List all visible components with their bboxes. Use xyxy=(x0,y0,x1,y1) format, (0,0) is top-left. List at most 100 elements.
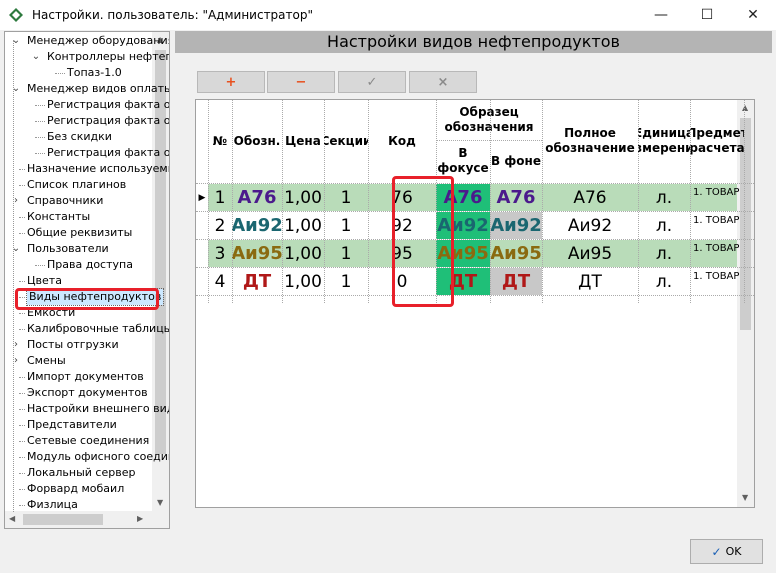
tree-item[interactable]: › Справочники xyxy=(5,193,152,209)
header-code[interactable]: Код xyxy=(368,100,436,182)
scroll-down-icon[interactable]: ▼ xyxy=(157,498,163,507)
cell-full[interactable]: Аи95 xyxy=(542,240,638,267)
cell-num[interactable]: 2 xyxy=(208,212,232,239)
maximize-icon[interactable]: ☐ xyxy=(684,0,730,30)
header-unit[interactable]: Единицаизмерения xyxy=(638,100,690,182)
cell-num[interactable]: 4 xyxy=(208,268,232,295)
grid-scroll-down-icon[interactable]: ▼ xyxy=(742,493,748,502)
apply-button[interactable]: ✓ xyxy=(338,71,406,93)
cell-designation[interactable]: А76 xyxy=(232,184,282,211)
cell-num[interactable]: 1 xyxy=(208,184,232,211)
cell-background[interactable]: Аи95 xyxy=(490,240,542,267)
cell-price[interactable]: 1,00 xyxy=(282,184,324,211)
settings-tree[interactable]: ▲ ▼ ◀ ▶ ⌄ Менеджер оборудования ⌄ Контролле… xyxy=(4,31,170,529)
tree-connector xyxy=(55,73,65,74)
tree-item[interactable]: Представители xyxy=(5,417,152,433)
cell-background[interactable]: ДТ xyxy=(490,268,542,295)
cell-designation[interactable]: Аи95 xyxy=(232,240,282,267)
tree-horizontal-scrollbar[interactable]: ◀ ▶ xyxy=(5,511,169,528)
cell-unit[interactable]: л. xyxy=(638,212,690,239)
cancel-button[interactable]: × xyxy=(409,71,477,93)
tree-item[interactable]: Топаз-1.0 xyxy=(5,65,152,81)
tree-item[interactable]: Регистрация факта о xyxy=(5,113,169,129)
header-num[interactable]: № xyxy=(208,100,232,182)
cell-full[interactable]: А76 xyxy=(542,184,638,211)
tree-item[interactable]: Настройки внешнего вида xyxy=(5,401,169,417)
selected-item-highlight xyxy=(15,288,159,310)
tree-item-label: Смены xyxy=(27,354,66,367)
tree-item-label: Экспорт документов xyxy=(27,386,148,399)
cell-price[interactable]: 1,00 xyxy=(282,212,324,239)
cell-subject[interactable]: 1. ТОВАР xyxy=(690,268,744,295)
tree-item[interactable]: Регистрация факта о xyxy=(5,145,169,161)
tree-item[interactable]: Форвард мобаил xyxy=(5,481,152,497)
collapse-icon[interactable]: ⌄ xyxy=(31,49,41,65)
tree-item[interactable]: Локальный сервер xyxy=(5,465,152,481)
cell-section[interactable]: 1 xyxy=(324,212,368,239)
tree-connector xyxy=(19,169,25,170)
header-sample-group[interactable]: Образец обозначения xyxy=(436,100,542,140)
cell-section[interactable]: 1 xyxy=(324,184,368,211)
tree-item[interactable]: › Смены xyxy=(5,353,152,369)
tree-item[interactable]: Цвета xyxy=(5,273,152,289)
cell-price[interactable]: 1,00 xyxy=(282,268,324,295)
cell-num[interactable]: 3 xyxy=(208,240,232,267)
tree-hscroll-thumb[interactable] xyxy=(23,514,103,525)
ok-label: OK xyxy=(725,545,742,558)
fuel-types-grid[interactable]: ▲ ▼ №Обозн.ЦенаСекцииКодОбразецобозначен… xyxy=(195,99,755,508)
cell-full[interactable]: Аи92 xyxy=(542,212,638,239)
cell-section[interactable]: 1 xyxy=(324,268,368,295)
cell-unit[interactable]: л. xyxy=(638,184,690,211)
tree-item[interactable]: Общие реквизиты xyxy=(5,225,152,241)
tree-connector xyxy=(19,313,25,314)
tree-item[interactable]: ⌄ Контроллеры нефтепр xyxy=(5,49,169,65)
tree-item[interactable]: Константы xyxy=(5,209,152,225)
tree-item[interactable]: Назначение используемы xyxy=(5,161,169,177)
tree-item[interactable]: Регистрация факта о xyxy=(5,97,169,113)
tree-connector xyxy=(19,457,25,458)
cell-subject[interactable]: 1. ТОВАР xyxy=(690,240,744,267)
cell-full[interactable]: ДТ xyxy=(542,268,638,295)
tree-item[interactable]: Импорт документов xyxy=(5,369,152,385)
ok-button[interactable]: ✓ OK xyxy=(690,539,763,564)
tree-item[interactable]: Экспорт документов xyxy=(5,385,152,401)
header-subject[interactable]: Предметрасчета xyxy=(690,100,744,182)
tree-item[interactable]: Физлица xyxy=(5,497,152,513)
header-price[interactable]: Цена xyxy=(282,100,324,182)
cell-price[interactable]: 1,00 xyxy=(282,240,324,267)
scroll-right-icon[interactable]: ▶ xyxy=(137,514,143,523)
cell-unit[interactable]: л. xyxy=(638,268,690,295)
tree-item[interactable]: Модуль офисного соедин xyxy=(5,449,169,465)
tree-item[interactable]: Без скидки xyxy=(5,129,152,145)
cell-background[interactable]: А76 xyxy=(490,184,542,211)
column-divider xyxy=(744,100,745,303)
tree-item[interactable]: ⌄ Пользователи xyxy=(5,241,152,257)
cell-designation[interactable]: ДТ xyxy=(232,268,282,295)
cell-subject[interactable]: 1. ТОВАР xyxy=(690,184,744,211)
remove-button[interactable]: − xyxy=(267,71,335,93)
cell-unit[interactable]: л. xyxy=(638,240,690,267)
cell-background[interactable]: Аи92 xyxy=(490,212,542,239)
tree-item[interactable]: › Посты отгрузки xyxy=(5,337,152,353)
header-designation[interactable]: Обозн. xyxy=(232,100,282,182)
scroll-left-icon[interactable]: ◀ xyxy=(9,514,15,523)
cell-subject[interactable]: 1. ТОВАР xyxy=(690,212,744,239)
title-bar: Настройки. пользователь: "Администратор"… xyxy=(0,0,776,30)
cell-designation[interactable]: Аи92 xyxy=(232,212,282,239)
tree-item[interactable]: Права доступа xyxy=(5,257,152,273)
minimize-icon[interactable]: — xyxy=(638,0,684,30)
header-in-background[interactable]: В фоне xyxy=(490,140,542,182)
tree-item[interactable]: Список плагинов xyxy=(5,177,152,193)
cell-section[interactable]: 1 xyxy=(324,240,368,267)
header-section[interactable]: Секции xyxy=(324,100,368,182)
tree-connector xyxy=(35,105,45,106)
tree-item[interactable]: Сетевые соединения xyxy=(5,433,152,449)
tree-item[interactable]: ⌄ Менеджер видов оплаты xyxy=(5,81,169,97)
tree-item[interactable]: ⌄ Менеджер оборудования xyxy=(5,33,169,49)
tree-item[interactable]: Калибровочные таблицы xyxy=(5,321,169,337)
column-divider xyxy=(368,100,369,303)
close-icon[interactable]: ✕ xyxy=(730,0,776,30)
header-full-name[interactable]: Полное обозначение xyxy=(542,100,638,182)
tree-item-label: Регистрация факта о xyxy=(47,98,170,111)
add-button[interactable]: + xyxy=(197,71,265,93)
